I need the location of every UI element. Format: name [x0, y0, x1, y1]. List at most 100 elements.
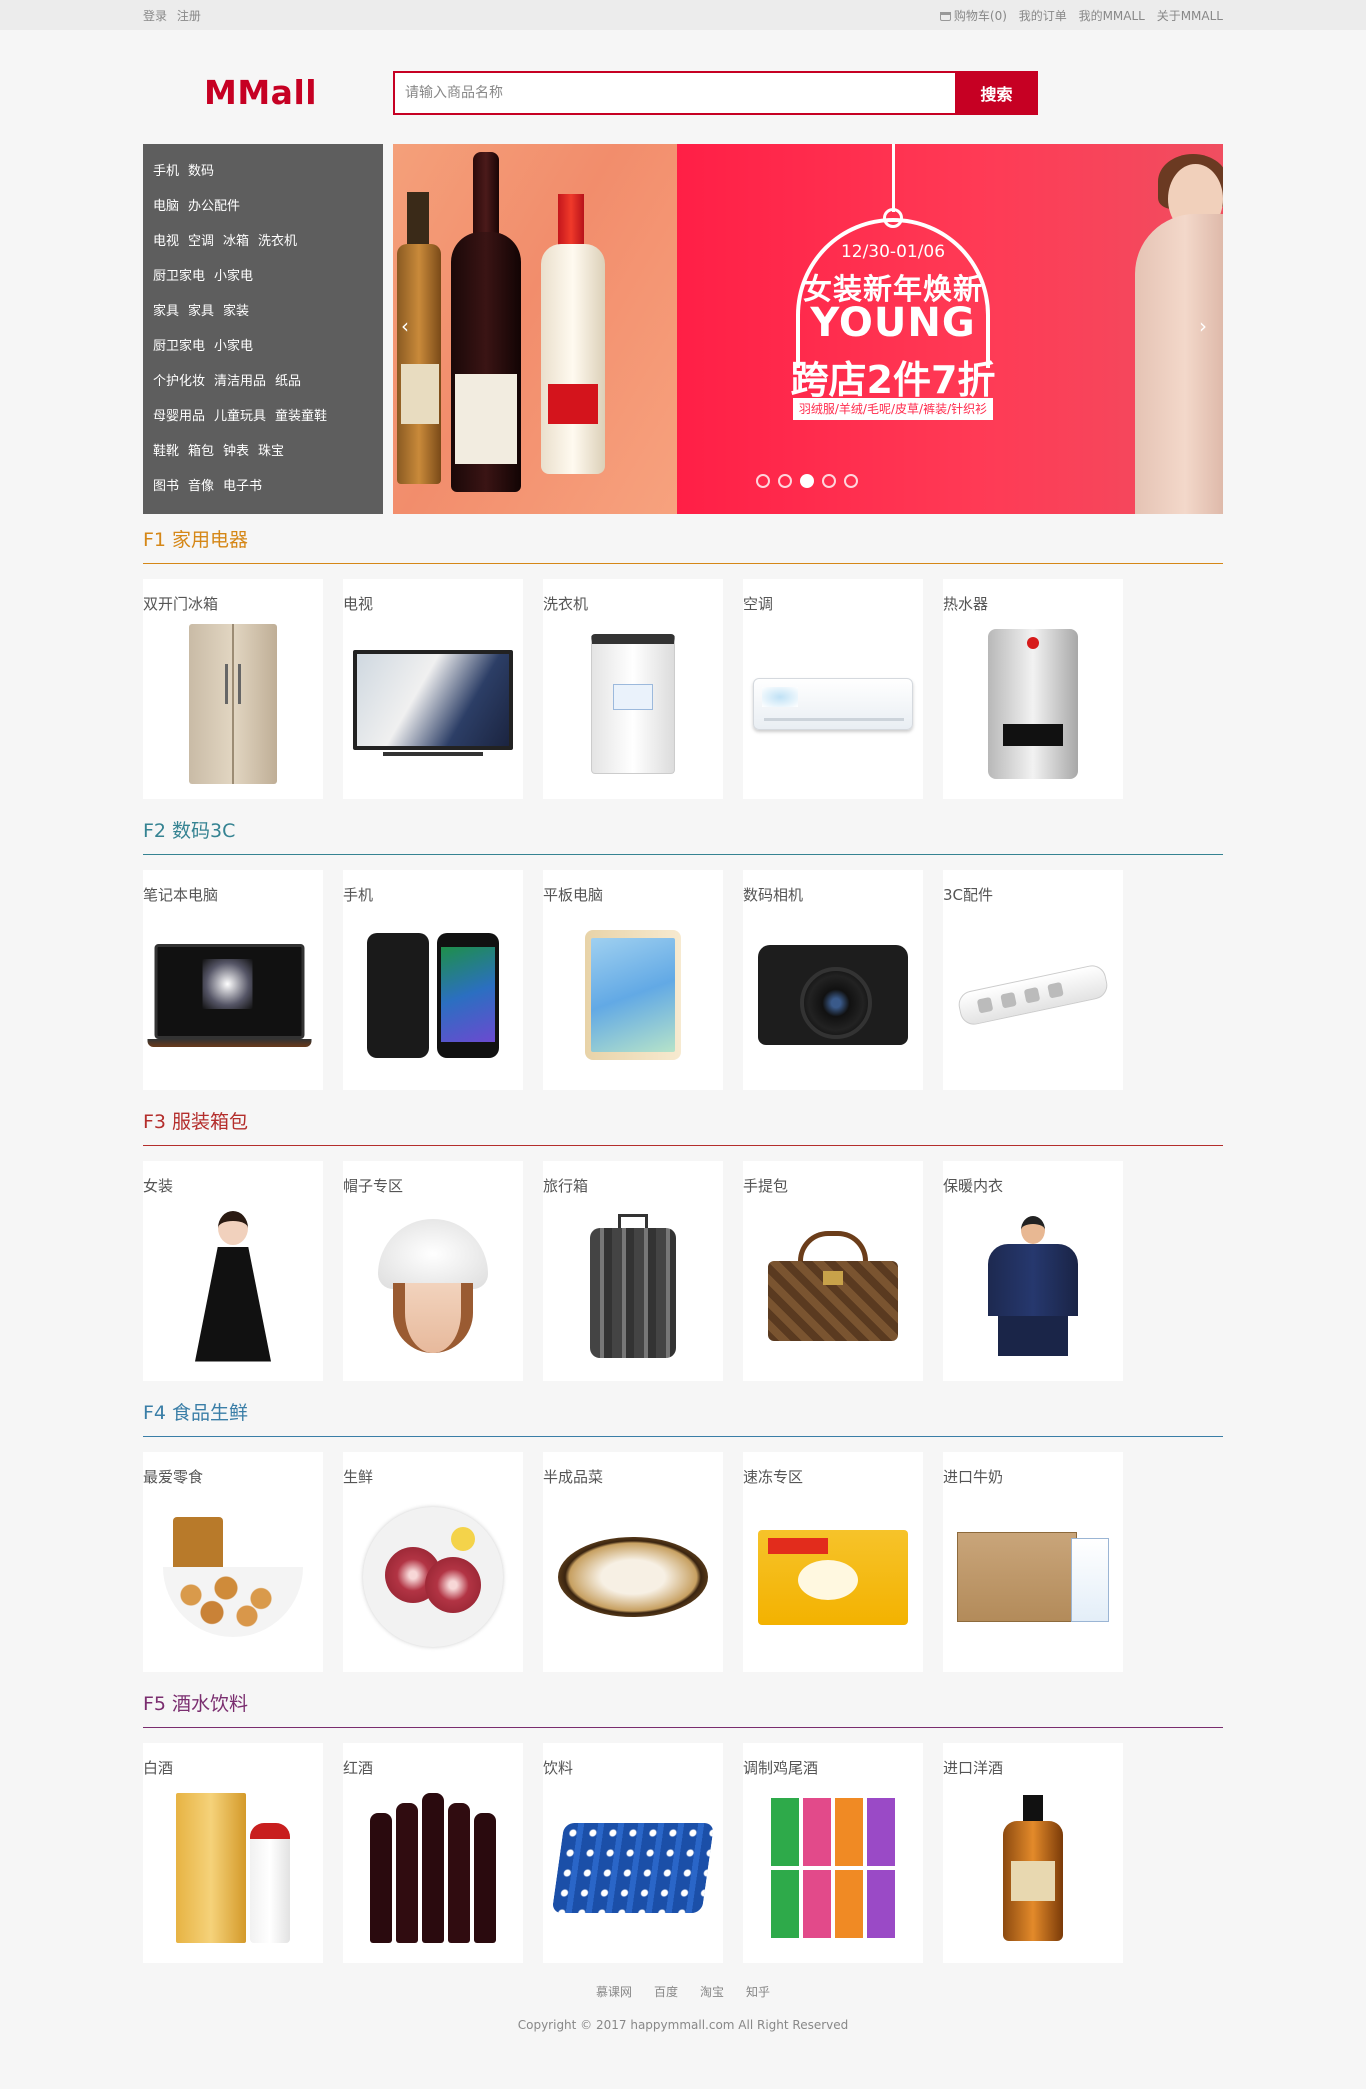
keyword-link[interactable]: 厨卫家电 — [153, 339, 205, 354]
header: MMall 搜索 — [0, 30, 1366, 144]
keyword-line: 个护化妆 清洁用品 纸品 — [143, 364, 383, 399]
slider-dot[interactable] — [800, 474, 814, 488]
keyword-link[interactable]: 家具 — [153, 304, 179, 319]
product-name: 旅行箱 — [543, 1177, 589, 1195]
product-card[interactable]: 双开门冰箱 — [143, 579, 323, 799]
floor-section: F2 数码3C 笔记本电脑 手机 平板电脑 数码相机 3C配件 — [143, 805, 1223, 1090]
product-name: 电视 — [343, 595, 374, 613]
keyword-link[interactable]: 小家电 — [214, 269, 253, 284]
slider-dot[interactable] — [844, 474, 858, 488]
banner-slider[interactable]: 12/30-01/06 女装新年焕新 YOUNG 跨店2件7折 羽绒服/羊绒/毛… — [393, 144, 1223, 514]
prev-arrow-icon[interactable]: ‹ — [401, 314, 417, 342]
footer-link[interactable]: 淘宝 — [700, 1985, 724, 1999]
floor-title: F4 食品生鲜 — [143, 1387, 1223, 1437]
snack-icon — [163, 1517, 303, 1637]
product-name: 热水器 — [943, 595, 989, 613]
keyword-link[interactable]: 电视 — [153, 234, 179, 249]
keyword-link[interactable]: 手机 — [153, 164, 179, 179]
product-name: 进口洋酒 — [943, 1759, 1004, 1777]
product-name: 生鲜 — [343, 1468, 374, 1486]
product-name: 半成品菜 — [543, 1468, 604, 1486]
laptop-icon — [147, 943, 312, 1047]
product-card[interactable]: 3C配件 — [943, 870, 1123, 1090]
footer-link[interactable]: 慕课网 — [596, 1985, 632, 1999]
orders-link[interactable]: 我的订单 — [1019, 9, 1067, 23]
product-name: 白酒 — [143, 1759, 174, 1777]
keyword-link[interactable]: 空调 — [188, 234, 214, 249]
product-card[interactable]: 电视 — [343, 579, 523, 799]
keyword-link[interactable]: 钟表 — [223, 444, 249, 459]
product-card[interactable]: 生鲜 — [343, 1452, 523, 1672]
product-card[interactable]: 笔记本电脑 — [143, 870, 323, 1090]
product-card[interactable]: 旅行箱 — [543, 1161, 723, 1381]
footer: 慕课网 百度 淘宝 知乎 Copyright © 2017 happymmall.co… — [0, 1983, 1366, 2032]
keyword-link[interactable]: 小家电 — [214, 339, 253, 354]
promo-date: 12/30-01/06 — [840, 242, 946, 262]
floor-title: F3 服装箱包 — [143, 1096, 1223, 1146]
next-arrow-icon[interactable]: › — [1199, 314, 1215, 342]
keyword-link[interactable]: 数码 — [188, 164, 214, 179]
my-mmall-link[interactable]: 我的MMALL — [1079, 9, 1145, 23]
model-image — [1135, 214, 1223, 514]
keyword-link[interactable]: 家具 — [188, 304, 214, 319]
product-card[interactable]: 帽子专区 — [343, 1161, 523, 1381]
keyword-link[interactable]: 厨卫家电 — [153, 269, 205, 284]
keyword-link[interactable]: 图书 — [153, 479, 179, 494]
product-card[interactable]: 平板电脑 — [543, 870, 723, 1090]
product-name: 调制鸡尾酒 — [743, 1759, 819, 1777]
slider-dot[interactable] — [756, 474, 770, 488]
product-card[interactable]: 洗衣机 — [543, 579, 723, 799]
product-card[interactable]: 空调 — [743, 579, 923, 799]
product-card[interactable]: 最爱零食 — [143, 1452, 323, 1672]
keyword-link[interactable]: 母婴用品 — [153, 409, 205, 424]
keyword-link[interactable]: 办公配件 — [188, 199, 240, 214]
product-card[interactable]: 热水器 — [943, 579, 1123, 799]
keyword-link[interactable]: 童装童鞋 — [275, 409, 327, 424]
product-card[interactable]: 进口洋酒 — [943, 1743, 1123, 1963]
product-card[interactable]: 调制鸡尾酒 — [743, 1743, 923, 1963]
product-card[interactable]: 手提包 — [743, 1161, 923, 1381]
keyword-link[interactable]: 珠宝 — [258, 444, 284, 459]
product-card[interactable]: 保暖内衣 — [943, 1161, 1123, 1381]
search-input[interactable] — [393, 71, 955, 115]
product-card[interactable]: 饮料 — [543, 1743, 723, 1963]
keyword-link[interactable]: 电脑 — [153, 199, 179, 214]
footer-link[interactable]: 百度 — [654, 1985, 678, 1999]
slider-dot[interactable] — [822, 474, 836, 488]
fridge-icon — [189, 624, 277, 784]
product-card[interactable]: 数码相机 — [743, 870, 923, 1090]
promo-categories: 羽绒服/羊绒/毛呢/皮草/裤装/针织衫 — [793, 398, 993, 420]
cart-link[interactable]: 购物车(0) — [939, 9, 1007, 23]
product-card[interactable]: 速冻专区 — [743, 1452, 923, 1672]
product-card[interactable]: 白酒 — [143, 1743, 323, 1963]
cart-icon — [939, 11, 951, 21]
slider-dot[interactable] — [778, 474, 792, 488]
keyword-link[interactable]: 家装 — [223, 304, 249, 319]
about-link[interactable]: 关于MMALL — [1157, 9, 1223, 23]
keyword-link[interactable]: 清洁用品 — [214, 374, 266, 389]
product-card[interactable]: 红酒 — [343, 1743, 523, 1963]
power-strip-icon — [956, 962, 1110, 1028]
logo[interactable]: MMall — [204, 73, 317, 112]
keyword-link[interactable]: 音像 — [188, 479, 214, 494]
promo-discount: 跨店2件7折 — [790, 358, 996, 402]
product-card[interactable]: 进口牛奶 — [943, 1452, 1123, 1672]
product-card[interactable]: 手机 — [343, 870, 523, 1090]
keyword-link[interactable]: 冰箱 — [223, 234, 249, 249]
keyword-link[interactable]: 鞋靴 — [153, 444, 179, 459]
footer-link[interactable]: 知乎 — [746, 1985, 770, 1999]
meat-icon — [363, 1507, 503, 1647]
login-link[interactable]: 登录 — [143, 9, 167, 23]
register-link[interactable]: 注册 — [177, 9, 201, 23]
search-button[interactable]: 搜索 — [955, 71, 1038, 115]
keyword-link[interactable]: 洗衣机 — [258, 234, 297, 249]
product-card[interactable]: 半成品菜 — [543, 1452, 723, 1672]
keyword-link[interactable]: 纸品 — [275, 374, 301, 389]
product-name: 保暖内衣 — [943, 1177, 1004, 1195]
keyword-link[interactable]: 儿童玩具 — [214, 409, 266, 424]
keyword-link[interactable]: 个护化妆 — [153, 374, 205, 389]
product-card[interactable]: 女装 — [143, 1161, 323, 1381]
keyword-link[interactable]: 箱包 — [188, 444, 214, 459]
product-name: 帽子专区 — [343, 1177, 404, 1195]
keyword-link[interactable]: 电子书 — [223, 479, 262, 494]
